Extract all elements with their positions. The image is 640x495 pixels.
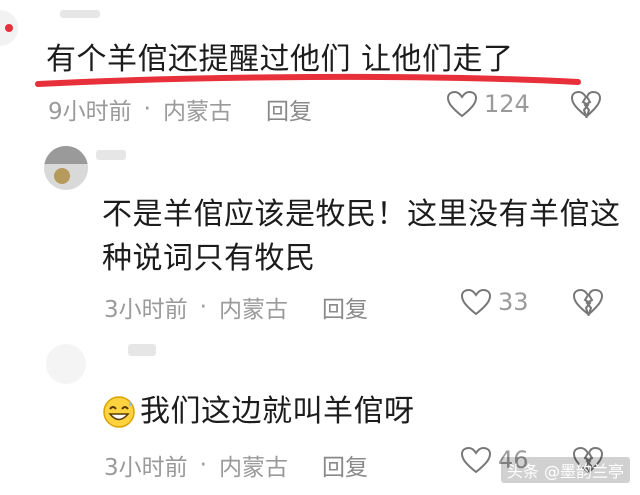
heart-icon xyxy=(446,90,478,118)
comment-text-content: 我们这边就叫羊倌呀 xyxy=(140,394,415,429)
avatar[interactable] xyxy=(46,344,86,384)
like-button[interactable]: 33 xyxy=(460,288,529,316)
comment-meta: 3小时前 · 内蒙古 回复 xyxy=(104,448,368,482)
heart-icon xyxy=(460,446,492,474)
like-count: 124 xyxy=(484,90,530,118)
reply-button[interactable]: 回复 xyxy=(322,290,368,324)
username-blur xyxy=(96,150,126,160)
meta-separator: · xyxy=(199,452,207,478)
timestamp: 3小时前 xyxy=(104,455,188,481)
comment-text-line: 不是羊倌应该是牧民！这里没有羊倌这 xyxy=(102,197,621,232)
reply-button[interactable]: 回复 xyxy=(322,448,368,482)
comment-text: 不是羊倌应该是牧民！这里没有羊倌这 种说词只有牧民 xyxy=(102,193,621,280)
location: 内蒙古 xyxy=(218,455,288,481)
watermark: 头条 @墨韵兰亭 xyxy=(500,457,630,483)
location: 内蒙古 xyxy=(162,99,232,125)
like-count: 33 xyxy=(498,288,529,316)
timestamp: 9小时前 xyxy=(48,99,132,125)
like-button[interactable]: 124 xyxy=(446,90,530,118)
comment-text: 我们这边就叫羊倌呀 xyxy=(102,390,415,434)
dislike-broken-heart-icon[interactable] xyxy=(572,288,604,316)
avatar[interactable] xyxy=(44,146,88,190)
red-accent-icon xyxy=(5,24,13,32)
dislike-broken-heart-icon[interactable] xyxy=(570,90,602,118)
meta-separator: · xyxy=(143,96,151,122)
username-blur xyxy=(128,344,156,356)
grinning-sweat-emoji-icon xyxy=(103,396,135,428)
heart-icon xyxy=(460,288,492,316)
comment-text-line: 种说词只有牧民 xyxy=(102,240,316,276)
comment-meta: 9小时前 · 内蒙古 回复 xyxy=(48,92,312,126)
username-blur xyxy=(60,10,100,18)
location: 内蒙古 xyxy=(218,297,288,323)
comment-meta: 3小时前 · 内蒙古 回复 xyxy=(104,290,368,324)
timestamp: 3小时前 xyxy=(104,297,188,323)
meta-separator: · xyxy=(199,294,207,320)
reply-button[interactable]: 回复 xyxy=(266,92,312,126)
avatar[interactable] xyxy=(0,10,18,46)
